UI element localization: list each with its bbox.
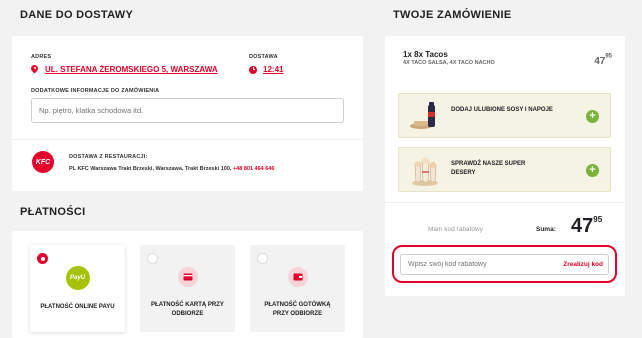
order-item-description: 4X TACO SALSA, 4X TACO NACHO <box>403 60 495 66</box>
delivery-card: ADRES UL. STEFANA ŻEROMSKIEGO 5, WARSZAW… <box>12 36 363 191</box>
payments-card: PayU PŁATNOŚĆ ONLINE PAYU PŁATNOŚĆ KARTĄ… <box>12 231 363 338</box>
order-sum-label: Suma: <box>536 226 556 233</box>
order-section-title: TWOJE ZAMÓWIENIE <box>393 9 512 21</box>
payment-option-cash[interactable]: PŁATNOŚĆ GOTÓWKĄ PRZY ODBIORZE <box>250 245 345 332</box>
payment-radio-payu[interactable] <box>37 253 48 264</box>
location-pin-icon <box>31 65 38 74</box>
payment-radio-cash[interactable] <box>257 253 268 264</box>
upsell-desserts-label: SPRAWDŹ NASZE SUPER DESERY <box>451 161 526 176</box>
payments-section-title: PŁATNOŚCI <box>20 206 86 218</box>
payment-option-label: PŁATNOŚĆ GOTÓWKĄ PRZY ODBIORZE <box>264 302 331 317</box>
upsell-desserts[interactable]: SPRAWDŹ NASZE SUPER DESERY + <box>398 147 611 192</box>
desserts-image <box>409 154 441 187</box>
sauces-drinks-image <box>409 101 441 132</box>
extra-info-input[interactable] <box>31 98 344 123</box>
restaurant-label: DOSTAWA Z RESTAURACJI: <box>69 154 148 160</box>
add-upsell-button[interactable]: + <box>586 164 599 177</box>
payment-option-label: PŁATNOŚĆ KARTĄ PRZY ODBIORZE <box>151 302 224 317</box>
coupon-highlight: Zrealizuj kod <box>392 245 617 283</box>
restaurant-name: PL KFC Warszawa Trakt Brzeski, Warszawa,… <box>69 166 232 172</box>
restaurant-phone[interactable]: +48 801 464 646 <box>233 166 274 172</box>
payment-option-label: PŁATNOŚĆ ONLINE PAYU <box>40 304 115 310</box>
delivery-time-link[interactable]: 12:41 <box>263 65 283 74</box>
divider <box>12 139 363 140</box>
restaurant-info: PL KFC Warszawa Trakt Brzeski, Warszawa,… <box>69 166 274 172</box>
order-item-price: 4795 <box>594 53 612 67</box>
upsell-sauces-drinks[interactable]: DODAJ ULUBIONE SOSY I NAPOJE + <box>398 93 611 138</box>
payment-option-card[interactable]: PŁATNOŚĆ KARTĄ PRZY ODBIORZE <box>140 245 235 332</box>
delivery-section-title: DANE DO DOSTAWY <box>20 9 134 21</box>
card-payment-icon <box>177 267 198 287</box>
delivery-time-row[interactable]: 12:41 <box>249 65 283 74</box>
order-item-name: 1x 8x Tacos <box>403 50 448 59</box>
add-upsell-button[interactable]: + <box>586 110 599 123</box>
upsell-sauces-drinks-label: DODAJ ULUBIONE SOSY I NAPOJE <box>451 107 553 113</box>
kfc-logo: KFC <box>32 151 54 173</box>
payment-option-payu[interactable]: PayU PŁATNOŚĆ ONLINE PAYU <box>30 245 125 332</box>
redeem-code-button[interactable]: Zrealizuj kod <box>563 261 603 268</box>
delivery-address-link[interactable]: UL. STEFANA ŻEROMSKIEGO 5, WARSZAWA <box>45 65 218 74</box>
order-card: 1x 8x Tacos 4X TACO SALSA, 4X TACO NACHO… <box>385 36 625 296</box>
coupon-toggle-link[interactable]: Mam kod rabatowy <box>428 226 483 233</box>
address-row[interactable]: UL. STEFANA ŻEROMSKIEGO 5, WARSZAWA <box>31 65 218 74</box>
order-total: 4795 <box>571 215 603 237</box>
extra-info-label: DODATKOWE INFORMACJE DO ZAMÓWIENIA <box>31 88 160 94</box>
delivery-time-label: DOSTAWA <box>249 54 278 60</box>
address-label: ADRES <box>31 54 52 60</box>
cash-payment-icon <box>287 267 308 287</box>
payment-radio-card[interactable] <box>147 253 158 264</box>
payu-icon: PayU <box>65 266 90 290</box>
divider <box>385 202 625 203</box>
clock-icon <box>249 65 257 74</box>
